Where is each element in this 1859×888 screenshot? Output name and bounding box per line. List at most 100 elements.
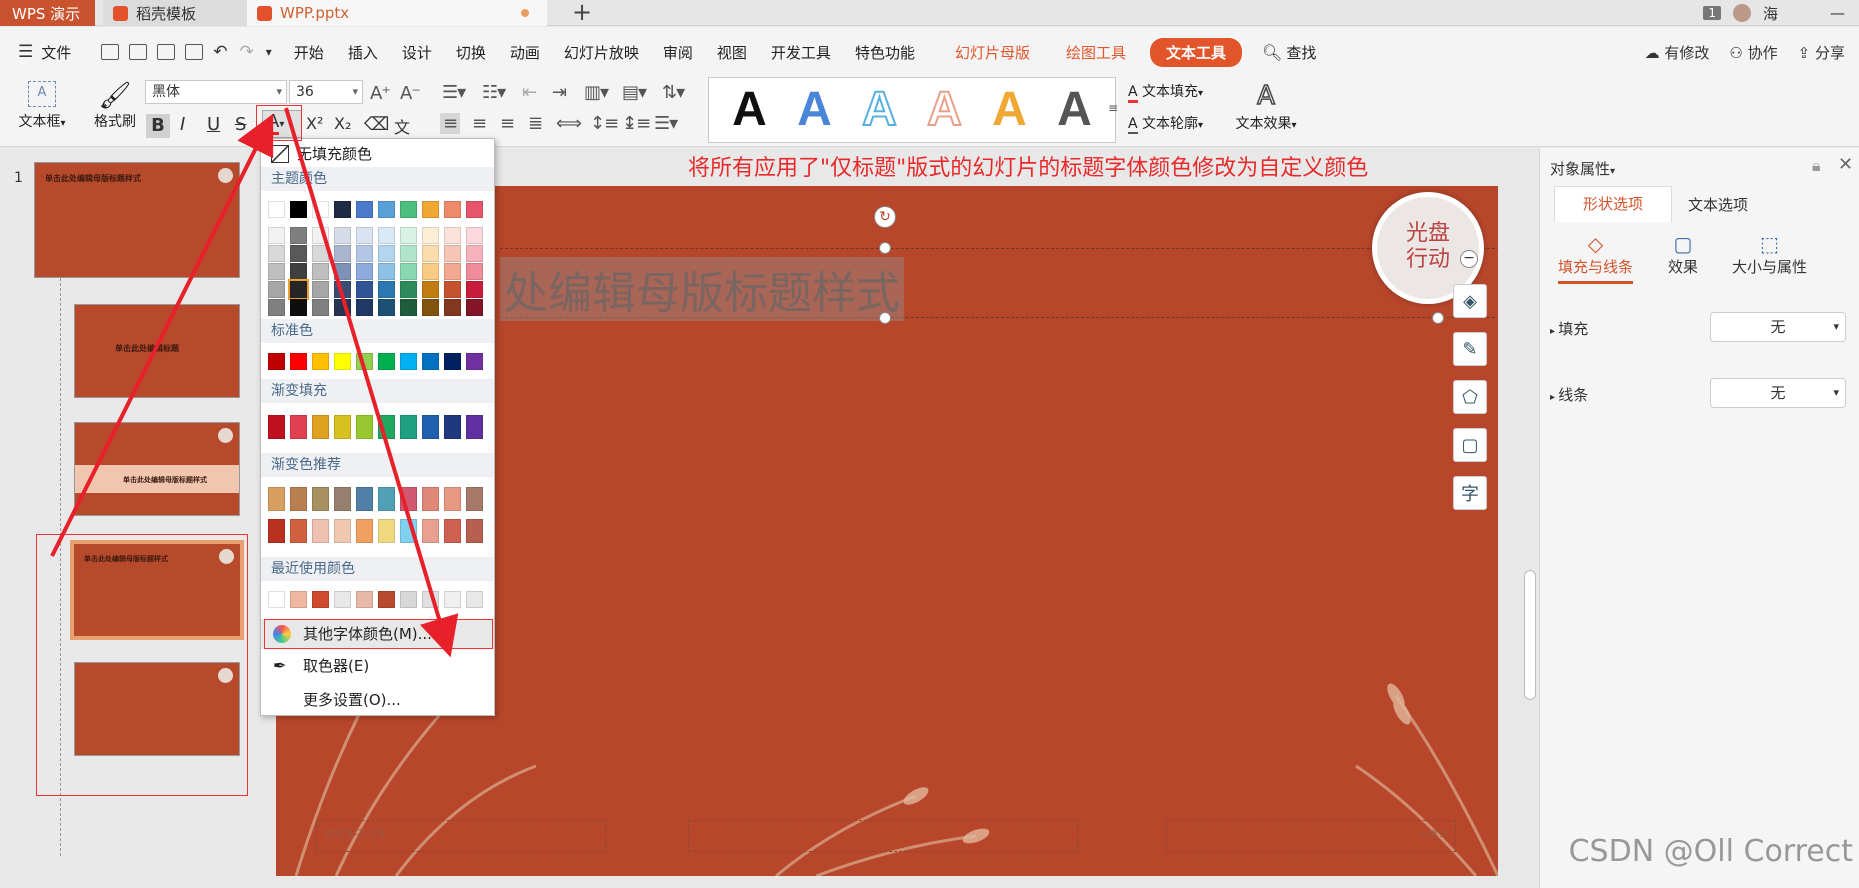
style-orange[interactable]: A: [992, 86, 1027, 134]
footer-placeholder[interactable]: [688, 820, 1078, 852]
color-swatch[interactable]: [378, 263, 395, 280]
eyedropper-item[interactable]: ✒ 取色器(E): [261, 651, 494, 681]
phonetic-icon[interactable]: 文: [394, 114, 410, 138]
color-swatch[interactable]: [400, 487, 417, 511]
distribute-icon[interactable]: ⟺: [556, 113, 582, 134]
thumb-layout-blank[interactable]: [74, 662, 240, 756]
color-swatch[interactable]: [290, 299, 307, 316]
eraser-icon[interactable]: ⌫: [364, 114, 389, 135]
style-outline-blue[interactable]: A: [861, 85, 898, 135]
color-swatch[interactable]: [466, 487, 483, 511]
line-spacing-icon[interactable]: ↕≡: [590, 113, 619, 134]
color-swatch[interactable]: [356, 299, 373, 316]
menu-drawing-tools[interactable]: 绘图工具: [1066, 42, 1126, 63]
shape-fill-icon[interactable]: ⬠: [1453, 380, 1487, 414]
undo-icon[interactable]: ↶: [213, 42, 227, 62]
paragraph-spacing-icon[interactable]: ↨≡: [622, 113, 651, 134]
color-swatch[interactable]: [356, 487, 373, 511]
menu-home[interactable]: 开始: [294, 42, 324, 63]
color-swatch[interactable]: [290, 201, 307, 218]
style-outline-salmon[interactable]: A: [926, 85, 963, 135]
color-swatch[interactable]: [378, 227, 395, 244]
thumb-master[interactable]: 单击此处编辑母版标题样式: [34, 162, 240, 278]
menu-file[interactable]: 文件: [41, 42, 71, 63]
fill-select[interactable]: 无: [1710, 312, 1846, 342]
color-swatch[interactable]: [444, 281, 461, 298]
color-swatch[interactable]: [356, 201, 373, 218]
shrink-font-icon[interactable]: A⁻: [400, 83, 421, 104]
tab-text-options[interactable]: 文本选项: [1688, 194, 1748, 215]
resize-handle[interactable]: [1432, 312, 1444, 324]
modified-button[interactable]: ☁ 有修改: [1645, 42, 1710, 63]
color-swatch[interactable]: [312, 487, 329, 511]
subtab-effect[interactable]: ▢ 效果: [1668, 232, 1698, 277]
close-icon[interactable]: ✕: [1838, 154, 1853, 175]
color-swatch[interactable]: [444, 415, 461, 439]
tab-file[interactable]: WPP.pptx: [247, 0, 547, 26]
color-swatch[interactable]: [268, 487, 285, 511]
align-icon[interactable]: ▤▾: [622, 82, 647, 103]
color-swatch[interactable]: [422, 415, 439, 439]
color-swatch[interactable]: [290, 227, 307, 244]
color-swatch[interactable]: [400, 201, 417, 218]
panel-title[interactable]: 对象属性▾: [1550, 158, 1615, 179]
color-swatch[interactable]: [268, 227, 285, 244]
subscript-icon[interactable]: X₂: [334, 114, 351, 133]
color-swatch[interactable]: [444, 201, 461, 218]
color-swatch[interactable]: [356, 519, 373, 543]
color-swatch[interactable]: [290, 591, 307, 608]
resize-handle[interactable]: [879, 242, 891, 254]
fill-section[interactable]: ▸ 填充: [1550, 318, 1588, 339]
line-section[interactable]: ▸ 线条: [1550, 384, 1588, 405]
color-swatch[interactable]: [422, 591, 439, 608]
color-swatch[interactable]: [288, 279, 309, 300]
color-swatch[interactable]: [334, 281, 351, 298]
color-swatch[interactable]: [400, 281, 417, 298]
save-icon[interactable]: [101, 44, 120, 60]
format-painter-button[interactable]: 🖌︎ 格式刷: [90, 81, 140, 131]
color-swatch[interactable]: [290, 415, 307, 439]
menu-slide-master[interactable]: 幻灯片母版: [955, 42, 1030, 63]
hamburger-icon[interactable]: ☰: [18, 42, 33, 62]
thumb-layout-title[interactable]: 单击此处编辑标题: [74, 304, 240, 398]
page-number-placeholder[interactable]: <#>: [1166, 820, 1456, 852]
color-swatch[interactable]: [356, 245, 373, 262]
menu-slideshow[interactable]: 幻灯片放映: [564, 42, 639, 63]
rotate-handle-icon[interactable]: ↻: [874, 206, 896, 228]
color-swatch[interactable]: [444, 245, 461, 262]
vertical-scrollbar[interactable]: [1524, 570, 1536, 700]
color-swatch[interactable]: [312, 227, 329, 244]
collaborate-button[interactable]: ⚇ 协作: [1729, 42, 1777, 63]
resize-handle[interactable]: [879, 312, 891, 324]
tab-app[interactable]: WPS 演示: [0, 0, 95, 26]
menu-transition[interactable]: 切换: [456, 42, 486, 63]
color-swatch[interactable]: [466, 415, 483, 439]
date-placeholder[interactable]: 2025-3-23: [316, 820, 606, 852]
color-swatch[interactable]: [334, 299, 351, 316]
color-swatch[interactable]: [334, 415, 351, 439]
color-swatch[interactable]: [378, 245, 395, 262]
quick-access-more-icon[interactable]: ▾: [266, 45, 272, 59]
text-outline-button[interactable]: A 文本轮廓▾: [1128, 113, 1203, 134]
color-swatch[interactable]: [334, 245, 351, 262]
color-swatch[interactable]: [268, 519, 285, 543]
color-swatch[interactable]: [466, 299, 483, 316]
strikethrough-button[interactable]: S: [235, 114, 246, 135]
style-blue[interactable]: A: [797, 86, 832, 134]
color-swatch[interactable]: [400, 245, 417, 262]
color-swatch[interactable]: [422, 487, 439, 511]
color-swatch[interactable]: [290, 353, 307, 370]
color-swatch[interactable]: [268, 591, 285, 608]
columns-icon[interactable]: ▥▾: [584, 82, 609, 103]
preview-icon[interactable]: [185, 44, 204, 60]
color-swatch[interactable]: [422, 353, 439, 370]
color-swatch[interactable]: [268, 201, 285, 218]
color-swatch[interactable]: [334, 263, 351, 280]
title-text[interactable]: 处编辑母版标题样式: [500, 257, 904, 321]
justify-icon[interactable]: ≣: [528, 113, 543, 134]
color-swatch[interactable]: [422, 519, 439, 543]
save-as-icon[interactable]: [129, 44, 148, 60]
color-swatch[interactable]: [268, 281, 285, 298]
color-swatch[interactable]: [356, 263, 373, 280]
menu-design[interactable]: 设计: [402, 42, 432, 63]
